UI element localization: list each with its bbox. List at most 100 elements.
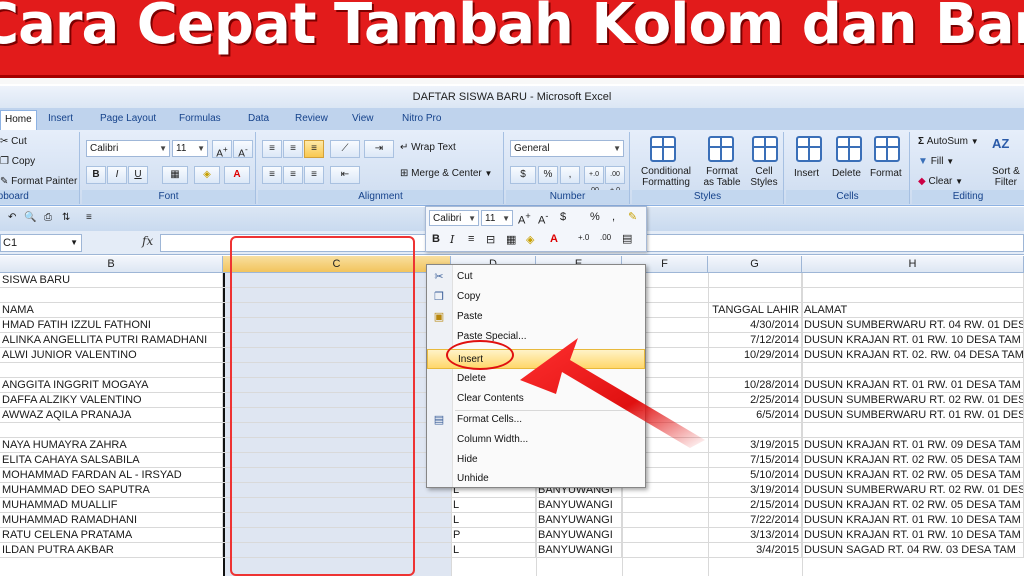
cell-g[interactable] <box>708 423 802 438</box>
fill-button[interactable]: ▼ Fill ▼ <box>918 156 954 167</box>
cell-g[interactable]: 3/19/2014 <box>708 483 802 498</box>
cell-h[interactable] <box>802 288 1024 303</box>
menu-item-column-width[interactable]: Column Width... <box>427 430 645 450</box>
cell-g[interactable]: 3/13/2014 <box>708 528 802 543</box>
cell-d[interactable]: L <box>451 543 536 558</box>
format-painter-button[interactable]: ✎ Format Painter <box>0 176 77 187</box>
cell-d[interactable]: L <box>451 513 536 528</box>
merge-center-button[interactable]: ⊞ Merge & Center ▼ <box>400 168 492 179</box>
menu-item-copy[interactable]: ❐ Copy <box>427 287 645 307</box>
autosum-button[interactable]: Σ AutoSum ▼ <box>918 136 979 147</box>
mini-format-cells-icon[interactable]: ▤ <box>622 232 632 245</box>
cell-b[interactable]: MUHAMMAD DEO SAPUTRA <box>0 483 223 498</box>
cell-g[interactable]: 7/12/2014 <box>708 333 802 348</box>
fill-color-button[interactable]: ◈ <box>194 166 220 184</box>
delete-cells-button[interactable]: Delete <box>832 168 861 179</box>
mini-format-painter-icon[interactable]: ✎ <box>628 210 637 223</box>
cell-h[interactable]: DUSUN KRAJAN RT. 02 RW. 05 DESA TAM <box>802 453 1024 468</box>
percent-button[interactable]: % <box>538 166 558 184</box>
cell-b[interactable]: NAYA HUMAYRA ZAHRA <box>0 438 223 453</box>
cell-g[interactable]: TANGGAL LAHIR <box>708 303 802 318</box>
cell-b[interactable] <box>0 363 223 378</box>
mini-font-combo[interactable]: Calibri ▼ <box>429 210 479 226</box>
cut-button[interactable]: ✂ Cut <box>0 136 27 147</box>
cell-g[interactable]: 7/15/2014 <box>708 453 802 468</box>
cell-g[interactable]: 10/28/2014 <box>708 378 802 393</box>
cell-h[interactable]: ALAMAT <box>802 303 1024 318</box>
cell-e[interactable]: BANYUWANGI <box>536 498 622 513</box>
format-as-table-button[interactable]: Format as Table <box>696 166 748 188</box>
menu-item-delete[interactable]: Delete <box>427 369 645 389</box>
mini-merge-icon[interactable]: ⊟ <box>486 233 495 246</box>
cell-e[interactable]: BANYUWANGI <box>536 528 622 543</box>
cell-b[interactable]: ILDAN PUTRA AKBAR <box>0 543 223 558</box>
cell-h[interactable]: DUSUN KRAJAN RT. 01 RW. 09 DESA TAM <box>802 438 1024 453</box>
tab-page-layout[interactable]: Page Layout <box>96 110 160 130</box>
cell-h[interactable]: DUSUN KRAJAN RT. 01 RW. 01 DESA TAM <box>802 378 1024 393</box>
cell-d[interactable]: P <box>451 528 536 543</box>
cell-h[interactable]: DUSUN KRAJAN RT. 02 RW. 05 DESA TAM <box>802 468 1024 483</box>
comma-button[interactable]: , <box>560 166 580 184</box>
mini-italic-button[interactable]: I <box>450 233 454 246</box>
menu-item-paste[interactable]: ▣ Paste <box>427 307 645 327</box>
format-cells-ribbon-button[interactable]: Format <box>870 168 902 179</box>
cell-g[interactable]: 4/30/2014 <box>708 318 802 333</box>
clear-button[interactable]: ◆ Clear ▼ <box>918 176 963 187</box>
cell-h[interactable]: DUSUN SUMBERWARU RT. 02 RW. 01 DESA <box>802 393 1024 408</box>
menu-item-clear-contents[interactable]: Clear Contents <box>427 389 645 409</box>
cell-h[interactable] <box>802 423 1024 438</box>
align-middle-button[interactable]: ≡ <box>283 140 303 158</box>
decrease-indent-button[interactable]: ⇤ <box>330 166 360 184</box>
menu-item-cut[interactable]: ✂ Cut <box>427 267 645 287</box>
cell-g[interactable]: 6/5/2014 <box>708 408 802 423</box>
decrease-decimal-button[interactable]: .00 +.0 <box>605 166 625 194</box>
mini-increase-decimal-icon[interactable]: +.0 <box>578 233 589 242</box>
currency-button[interactable]: $ <box>510 166 536 184</box>
cell-g[interactable]: 2/25/2014 <box>708 393 802 408</box>
tab-data[interactable]: Data <box>244 110 273 130</box>
cell-g[interactable]: 3/4/2015 <box>708 543 802 558</box>
tab-insert[interactable]: Insert <box>44 110 77 130</box>
menu-item-unhide[interactable]: Unhide <box>427 469 645 489</box>
cell-h[interactable] <box>802 363 1024 378</box>
undo-icon[interactable]: ↶ <box>8 212 16 223</box>
align-center-button[interactable]: ≡ <box>283 166 303 184</box>
cell-g[interactable]: 2/15/2014 <box>708 498 802 513</box>
bold-button[interactable]: B <box>86 166 106 184</box>
cell-b[interactable] <box>0 423 223 438</box>
mini-currency-button[interactable]: $ <box>560 211 566 223</box>
cell-e[interactable]: BANYUWANGI <box>536 543 622 558</box>
mini-fill-color-icon[interactable]: ◈ <box>526 233 534 246</box>
cell-b[interactable]: MUHAMMAD MUALLIF <box>0 498 223 513</box>
customize-qat-icon[interactable]: ≡ <box>86 212 92 223</box>
mini-bold-button[interactable]: B <box>432 233 440 245</box>
mini-size-combo[interactable]: 11 ▼ <box>481 210 513 226</box>
cell-g[interactable] <box>708 288 802 303</box>
tab-nitro-pro[interactable]: Nitro Pro <box>398 110 445 130</box>
cell-b[interactable] <box>0 288 223 303</box>
cell-b[interactable]: ALINKA ANGELLITA PUTRI RAMADHANI <box>0 333 223 348</box>
cell-h[interactable] <box>802 273 1024 288</box>
font-color-button[interactable]: A <box>224 166 250 184</box>
cell-b[interactable]: ANGGITA INGGRIT MOGAYA <box>0 378 223 393</box>
cell-h[interactable]: DUSUN SUMBERWARU RT. 01 RW. 01 DESA <box>802 408 1024 423</box>
tab-home[interactable]: Home <box>0 110 37 130</box>
tab-review[interactable]: Review <box>291 110 332 130</box>
cell-h[interactable]: DUSUN KRAJAN RT. 01 RW. 10 DESA TAM <box>802 333 1024 348</box>
mini-decrease-decimal-icon[interactable]: .00 <box>600 233 611 242</box>
orientation-button[interactable]: ⟋ <box>330 140 360 158</box>
increase-decimal-button[interactable]: +.0 .00 <box>584 166 604 194</box>
cell-g[interactable]: 3/19/2015 <box>708 438 802 453</box>
column-header-g[interactable]: G <box>708 256 802 273</box>
column-header-h[interactable]: H <box>802 256 1024 273</box>
font-size-combo[interactable]: 11 ▼ <box>172 140 208 157</box>
conditional-formatting-button[interactable]: Conditional Formatting <box>638 166 694 188</box>
align-bottom-button[interactable]: ≡ <box>304 140 324 158</box>
mini-center-icon[interactable]: ≡ <box>468 233 474 245</box>
cell-b[interactable]: RATU CELENA PRATAMA <box>0 528 223 543</box>
tab-formulas[interactable]: Formulas <box>175 110 225 130</box>
cell-b[interactable]: SISWA BARU <box>0 273 223 288</box>
borders-button[interactable]: ▦ <box>162 166 188 184</box>
cell-b[interactable]: MUHAMMAD RAMADHANI <box>0 513 223 528</box>
print-preview-icon[interactable]: 🔍 <box>24 212 36 223</box>
